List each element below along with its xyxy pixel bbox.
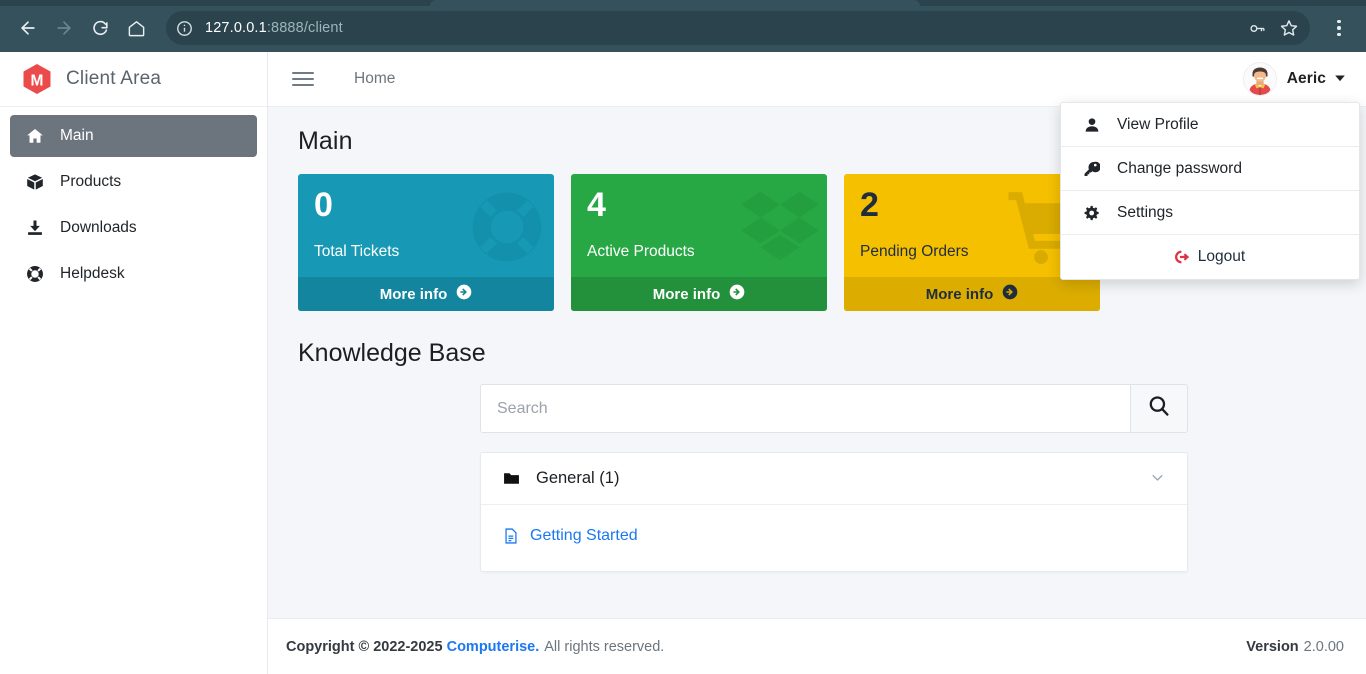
info-circle-icon[interactable] bbox=[176, 20, 193, 37]
hexagon-m-logo: M bbox=[22, 63, 52, 95]
gear-icon bbox=[1083, 205, 1101, 221]
sidebar-nav: Main Products Downloads Helpdesk bbox=[0, 107, 267, 299]
arrow-circle-right-icon bbox=[729, 284, 745, 304]
key-icon[interactable] bbox=[1242, 13, 1272, 43]
menu-item-label: Change password bbox=[1117, 159, 1242, 177]
kb-category-header[interactable]: General (1) bbox=[481, 453, 1187, 505]
url-text[interactable]: 127.0.0.1:8888/client bbox=[205, 20, 1242, 36]
menu-item-logout[interactable]: Logout bbox=[1061, 235, 1359, 279]
tab-strip bbox=[0, 0, 1366, 6]
sidebar-item-label: Products bbox=[60, 173, 122, 190]
folder-icon bbox=[503, 470, 520, 487]
knowledge-base-search-row bbox=[480, 384, 1188, 433]
sidebar-item-main[interactable]: Main bbox=[10, 115, 257, 157]
search-button[interactable] bbox=[1130, 384, 1188, 433]
avatar bbox=[1242, 62, 1277, 96]
kb-category-label: General (1) bbox=[536, 469, 620, 487]
document-icon bbox=[503, 528, 519, 544]
browser-toolbar: 127.0.0.1:8888/client bbox=[0, 0, 1366, 52]
user-dropdown-menu: View Profile Change password Settings Lo… bbox=[1060, 102, 1360, 280]
life-ring-icon bbox=[468, 188, 546, 266]
menu-item-label: View Profile bbox=[1117, 115, 1199, 133]
dropbox-icon bbox=[741, 188, 819, 261]
life-ring-icon bbox=[24, 265, 46, 283]
knowledge-base-panel-wrap: General (1) Getting Started bbox=[480, 384, 1188, 572]
card-body: 0 Total Tickets bbox=[298, 174, 554, 277]
chevron-down-icon[interactable] bbox=[1150, 470, 1165, 488]
knowledge-base-panel: General (1) Getting Started bbox=[480, 452, 1188, 572]
url-path: :8888/client bbox=[266, 20, 343, 36]
user-name: Aeric bbox=[1286, 70, 1326, 87]
page-footer: Copyright © 2022-2025 Computerise. All r… bbox=[268, 618, 1366, 674]
arrow-circle-right-icon bbox=[456, 284, 472, 304]
user-menu-toggle[interactable]: Aeric bbox=[1242, 62, 1346, 96]
kb-article-item[interactable]: Getting Started bbox=[503, 527, 1165, 545]
card-more-info-link[interactable]: More info bbox=[571, 277, 827, 311]
sidebar: M Client Area Main Products Downloads He… bbox=[0, 52, 268, 674]
menu-item-label: Logout bbox=[1197, 248, 1246, 265]
sidebar-item-label: Main bbox=[60, 127, 94, 144]
sidebar-item-label: Helpdesk bbox=[60, 265, 125, 282]
sign-out-icon bbox=[1174, 249, 1191, 265]
version-number: 2.0.00 bbox=[1303, 638, 1344, 655]
home-icon[interactable] bbox=[118, 10, 154, 46]
search-input[interactable] bbox=[480, 384, 1130, 433]
sidebar-item-products[interactable]: Products bbox=[10, 161, 257, 203]
brand-title: Client Area bbox=[66, 68, 162, 89]
home-icon bbox=[24, 127, 46, 145]
card-more-info-link[interactable]: More info bbox=[298, 277, 554, 311]
hamburger-icon[interactable] bbox=[292, 72, 314, 86]
browser-tab[interactable] bbox=[430, 0, 920, 6]
top-navbar: Home Aeric View Profile Change password … bbox=[268, 52, 1366, 280]
user-icon bbox=[1083, 117, 1101, 133]
kb-article-label: Getting Started bbox=[530, 527, 638, 544]
reload-icon[interactable] bbox=[82, 10, 118, 46]
box-icon bbox=[24, 173, 46, 191]
chevron-down-icon bbox=[1334, 72, 1346, 87]
star-icon[interactable] bbox=[1274, 13, 1304, 43]
brand-header[interactable]: M Client Area bbox=[0, 52, 267, 107]
breadcrumb[interactable]: Home bbox=[354, 70, 395, 88]
three-dots-vertical-icon[interactable] bbox=[1322, 10, 1356, 46]
version-label: Version bbox=[1246, 638, 1299, 655]
forward-arrow-icon[interactable] bbox=[46, 10, 82, 46]
omnibox-actions bbox=[1242, 13, 1304, 43]
arrow-circle-right-icon bbox=[1002, 284, 1018, 304]
card-more-info-link[interactable]: More info bbox=[844, 277, 1100, 311]
download-icon bbox=[24, 219, 46, 237]
address-bar[interactable]: 127.0.0.1:8888/client bbox=[166, 11, 1310, 45]
sidebar-item-downloads[interactable]: Downloads bbox=[10, 207, 257, 249]
more-info-label: More info bbox=[652, 285, 721, 303]
menu-item-settings[interactable]: Settings bbox=[1061, 191, 1359, 235]
stat-card-active-products[interactable]: 4 Active Products More info bbox=[571, 174, 827, 311]
svg-text:M: M bbox=[31, 73, 44, 90]
url-host: 127.0.0.1 bbox=[205, 20, 267, 36]
menu-item-view-profile[interactable]: View Profile bbox=[1061, 103, 1359, 147]
sidebar-item-label: Downloads bbox=[60, 219, 137, 236]
stat-card-total-tickets[interactable]: 0 Total Tickets More info bbox=[298, 174, 554, 311]
menu-item-change-password[interactable]: Change password bbox=[1061, 147, 1359, 191]
kb-article-list: Getting Started bbox=[481, 505, 1187, 571]
back-arrow-icon[interactable] bbox=[10, 10, 46, 46]
app-shell: M Client Area Main Products Downloads He… bbox=[0, 52, 1366, 674]
key-icon bbox=[1083, 161, 1101, 177]
copyright-text: Copyright © 2022-2025 bbox=[286, 638, 443, 655]
knowledge-base-title: Knowledge Base bbox=[298, 339, 486, 367]
more-info-label: More info bbox=[925, 285, 994, 303]
card-body: 4 Active Products bbox=[571, 174, 827, 277]
menu-item-label: Settings bbox=[1117, 203, 1174, 221]
footer-brand-link[interactable]: Computerise. bbox=[447, 639, 540, 655]
sidebar-item-helpdesk[interactable]: Helpdesk bbox=[10, 253, 257, 295]
more-info-label: More info bbox=[379, 285, 448, 303]
magnifier-icon bbox=[1147, 394, 1171, 423]
rights-text: All rights reserved. bbox=[544, 638, 665, 655]
main-column: Home Aeric View Profile Change password … bbox=[268, 52, 1366, 674]
